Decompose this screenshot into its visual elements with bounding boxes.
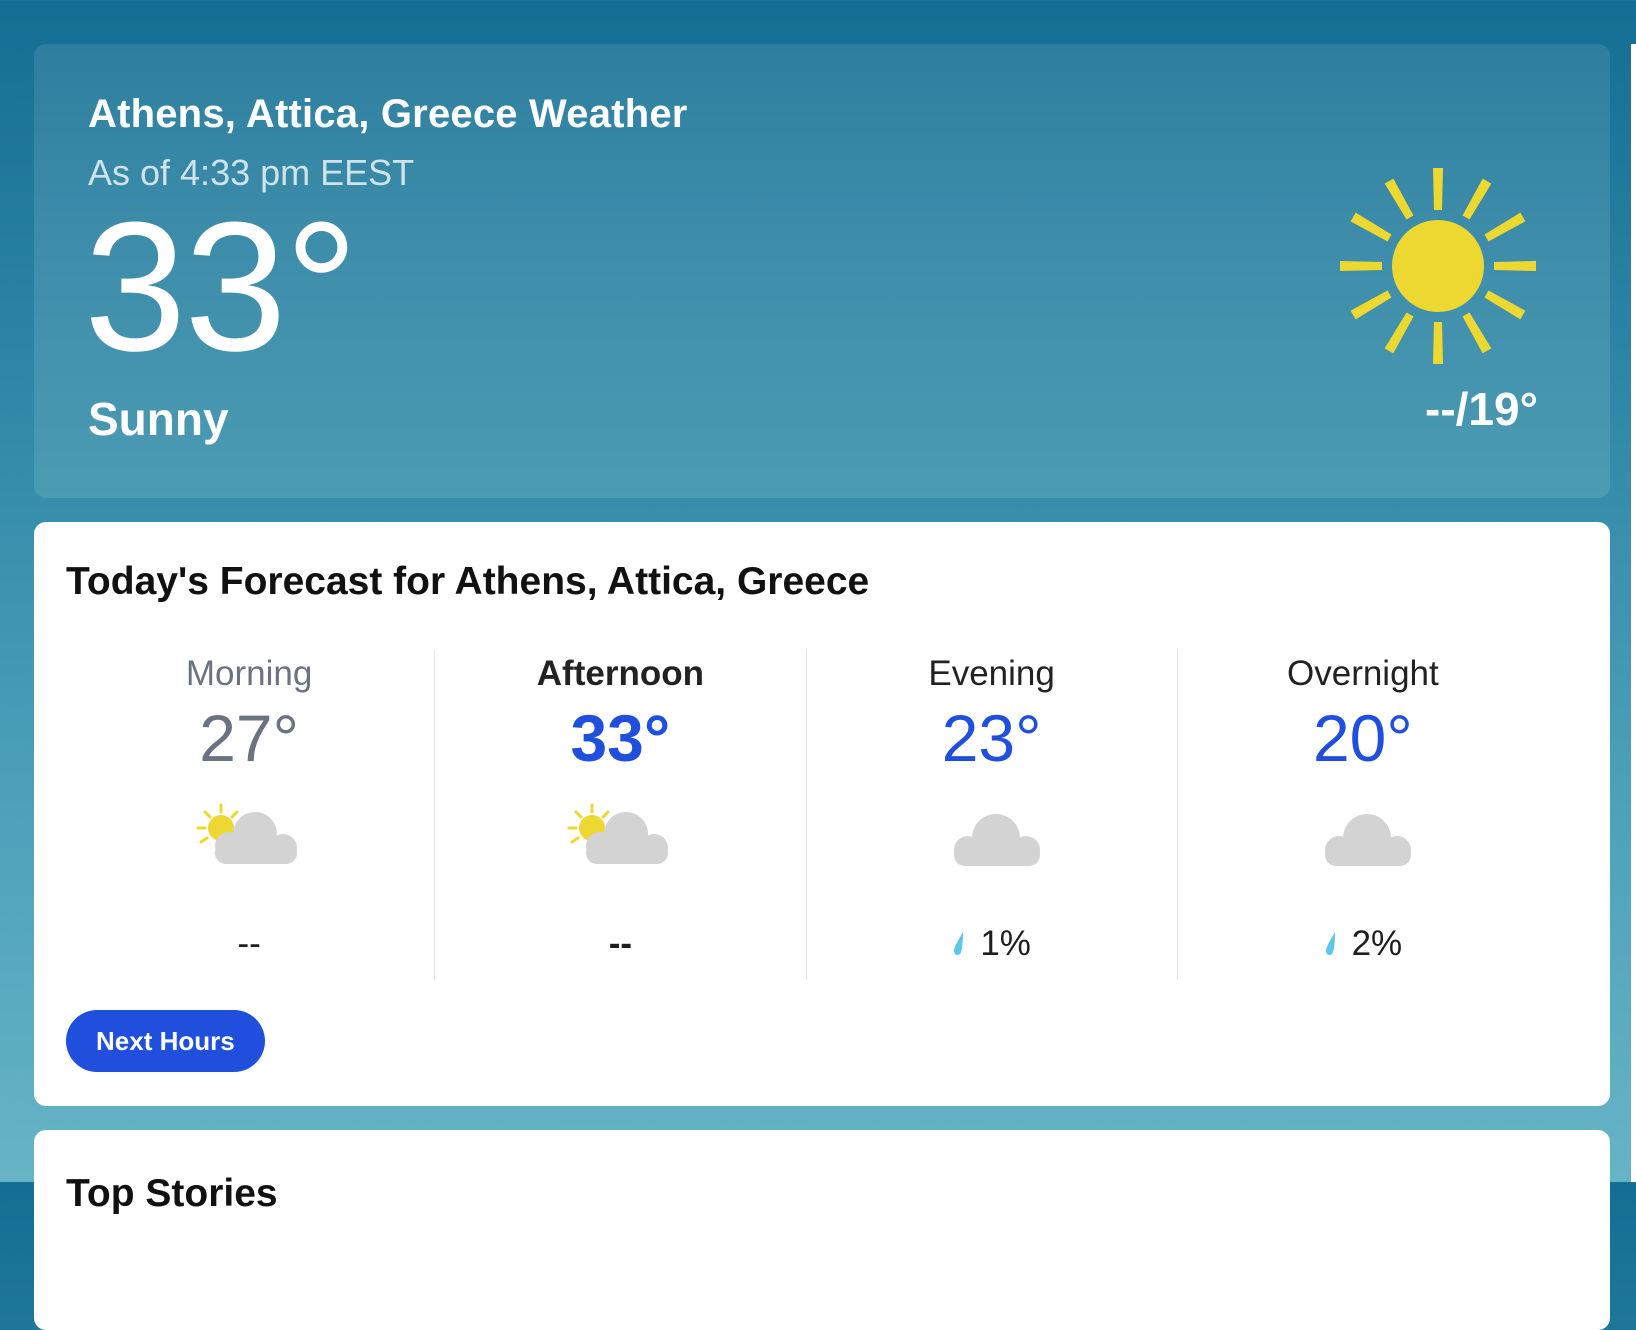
next-hours-button[interactable]: Next Hours (66, 1010, 265, 1072)
forecast-title: Today's Forecast for Athens, Attica, Gre… (66, 560, 870, 603)
top-stories-title: Top Stories (66, 1172, 278, 1215)
period-temperature: 27° (199, 701, 300, 775)
period-name: Morning (185, 654, 313, 693)
period-name: Afternoon (536, 654, 704, 693)
current-condition: Sunny (88, 393, 229, 445)
scrollbar[interactable] (1631, 44, 1636, 1182)
partly-cloudy-icon (196, 803, 298, 864)
period-temperature: 20° (1312, 701, 1413, 775)
cloud-icon (953, 814, 1040, 866)
forecast-periods: Morning 27° -- Afternoon 33° -- Evening … (64, 650, 1548, 980)
period-precipitation: -- (237, 924, 261, 963)
forecast-period-afternoon: Afternoon 33° -- (435, 650, 807, 980)
raindrop-icon (954, 932, 964, 955)
current-temperature: 33° (84, 183, 358, 389)
top-stories-card: Top Stories (34, 1130, 1610, 1330)
period-temperature: 33° (570, 701, 671, 775)
period-name: Overnight (1287, 654, 1439, 693)
hi-lo-temperature: --/19° (1425, 383, 1538, 435)
forecast-period-overnight: Overnight 20° 2% (1178, 650, 1548, 980)
period-precipitation: -- (608, 924, 633, 963)
period-name: Evening (928, 654, 1055, 693)
forecast-period-morning: Morning 27° -- (64, 650, 436, 980)
sun-icon (1338, 166, 1538, 366)
period-temperature: 23° (941, 701, 1042, 775)
partly-cloudy-icon (567, 803, 669, 864)
location-title: Athens, Attica, Greece Weather (88, 92, 688, 136)
current-conditions-card: Athens, Attica, Greece Weather As of 4:3… (34, 44, 1610, 498)
todays-forecast-card: Today's Forecast for Athens, Attica, Gre… (34, 522, 1610, 1106)
forecast-period-evening: Evening 23° 1% (807, 650, 1178, 980)
period-precipitation: 1% (980, 924, 1031, 963)
period-precipitation: 2% (1351, 924, 1403, 963)
period-precipitation-row: 2% (1178, 922, 1548, 966)
cloud-icon (1324, 814, 1411, 866)
period-precipitation-row: 1% (807, 922, 1177, 966)
raindrop-icon (1325, 932, 1335, 955)
